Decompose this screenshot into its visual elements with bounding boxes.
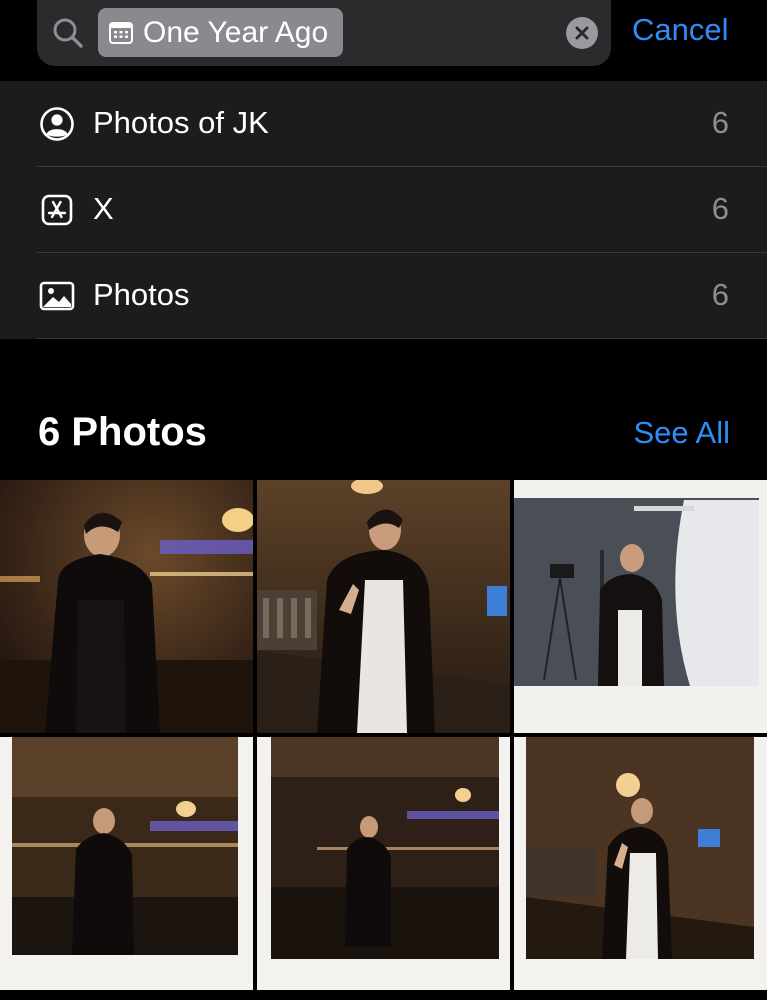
suggestion-count: 6 — [711, 277, 729, 312]
search-suggestions: Photos of JK 6 X 6 Photos 6 — [0, 81, 767, 339]
photo-thumbnail-6[interactable] — [514, 737, 767, 990]
search-token[interactable]: One Year Ago — [98, 8, 343, 57]
suggestion-count: 6 — [711, 191, 729, 226]
photo-image — [0, 737, 253, 990]
suggestion-photos-of-person[interactable]: Photos of JK 6 — [0, 81, 767, 167]
photo-thumbnail-5[interactable] — [257, 737, 510, 990]
suggestion-label: X — [93, 191, 114, 226]
photo-image — [0, 480, 253, 733]
section-title: 6 Photos — [38, 410, 207, 454]
photo-thumbnail-4[interactable] — [0, 737, 253, 990]
see-all-button[interactable]: See All — [633, 415, 730, 451]
photo-image — [257, 480, 510, 733]
photo-thumbnail-1[interactable] — [0, 480, 253, 733]
search-header: One Year Ago Cancel — [0, 0, 767, 80]
photo-grid — [0, 480, 767, 1000]
magnifier-icon — [53, 18, 83, 48]
suggestion-label: Photos — [93, 277, 190, 312]
photo-thumbnail-3[interactable] — [514, 480, 767, 733]
suggestion-label: Photos of JK — [93, 105, 269, 140]
calendar-icon — [109, 21, 133, 44]
search-token-label: One Year Ago — [143, 15, 329, 49]
photo-image — [514, 480, 767, 733]
photo-image — [514, 737, 767, 990]
photo-image — [257, 737, 510, 990]
app-store-icon — [41, 194, 73, 226]
photo-thumbnail-2[interactable] — [257, 480, 510, 733]
person-circle-icon — [40, 107, 74, 141]
photo-icon — [39, 281, 75, 311]
suggestion-photos[interactable]: Photos 6 — [0, 253, 767, 339]
search-field[interactable]: One Year Ago — [37, 0, 611, 66]
suggestion-count: 6 — [711, 105, 729, 140]
clear-x-icon — [575, 26, 589, 40]
clear-search-button[interactable] — [566, 17, 598, 49]
suggestion-app-x[interactable]: X 6 — [0, 167, 767, 253]
divider — [37, 338, 767, 339]
cancel-button[interactable]: Cancel — [632, 12, 729, 48]
